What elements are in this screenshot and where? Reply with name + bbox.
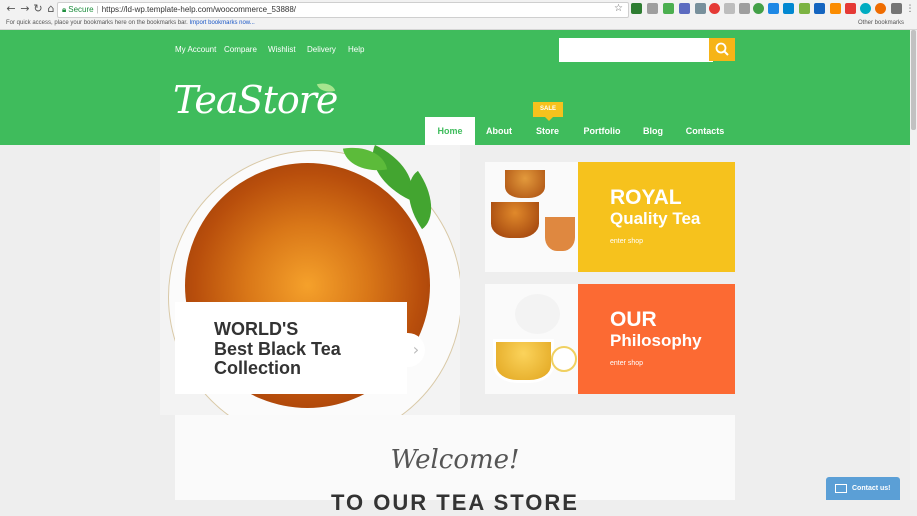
welcome-script: Welcome!	[390, 445, 520, 475]
other-bookmarks[interactable]: Other bookmarks	[858, 18, 904, 29]
topnav-compare[interactable]: Compare	[224, 45, 257, 54]
envelope-icon	[835, 483, 847, 493]
extension-icon[interactable]	[709, 3, 720, 14]
tea-pot	[545, 217, 575, 251]
tea-cup	[505, 170, 545, 198]
back-icon[interactable]: ←	[5, 3, 17, 15]
tea-cup	[491, 202, 539, 238]
extension-icon[interactable]	[739, 3, 750, 14]
nav-home[interactable]: Home	[425, 117, 475, 145]
topnav-my-account[interactable]: My Account	[175, 45, 216, 54]
hero-line-1: WORLD'S	[214, 319, 299, 339]
extension-icon[interactable]	[860, 3, 871, 14]
search-button[interactable]	[709, 38, 735, 61]
topnav-wishlist[interactable]: Wishlist	[268, 45, 296, 54]
bookmarks-message: For quick access, place your bookmarks h…	[6, 20, 188, 26]
extension-icon[interactable]	[830, 3, 841, 14]
contact-us-button[interactable]: Contact us!	[826, 477, 900, 500]
extension-icon[interactable]	[875, 3, 886, 14]
tea-pot	[515, 294, 560, 334]
topnav-delivery[interactable]: Delivery	[307, 45, 336, 54]
chevron-right-icon: ›	[412, 340, 420, 359]
hero-line-2: Best Black Tea	[214, 339, 341, 359]
search-icon	[715, 42, 729, 56]
reload-icon[interactable]: ↻	[32, 3, 44, 15]
promo-our-philosophy[interactable]: OUR Philosophy enter shop	[485, 284, 735, 394]
extension-icon[interactable]	[679, 3, 690, 14]
promo-image-tea-cups	[485, 162, 578, 272]
extension-icon[interactable]	[663, 3, 674, 14]
search-input[interactable]	[559, 38, 713, 62]
extension-icon[interactable]	[845, 3, 856, 14]
extension-icon[interactable]	[724, 3, 735, 14]
nav-contacts[interactable]: Contacts	[681, 117, 729, 145]
promo-title: ROYAL	[610, 186, 682, 209]
contact-label: Contact us!	[852, 485, 891, 492]
promo-image-teapot	[485, 284, 578, 394]
extension-icon[interactable]	[695, 3, 706, 14]
promo-panel: OUR Philosophy enter shop	[578, 284, 735, 394]
scrollbar-thumb[interactable]	[911, 30, 916, 130]
extension-icon[interactable]	[799, 3, 810, 14]
hero-line-3: Collection	[214, 358, 302, 378]
url-text: https://ld-wp.template-help.com/woocomme…	[101, 5, 297, 14]
menu-icon[interactable]: ⋮	[904, 3, 916, 15]
bookmark-star-icon[interactable]: ☆	[614, 3, 623, 14]
site-header: My Account Compare Wishlist Delivery Hel…	[0, 30, 910, 145]
nav-portfolio[interactable]: Portfolio	[578, 117, 626, 145]
site-logo[interactable]: TeaStore	[173, 78, 338, 122]
promo-royal-quality-tea[interactable]: ROYAL Quality Tea enter shop	[485, 162, 735, 272]
extension-icon[interactable]	[647, 3, 658, 14]
extension-icon[interactable]	[631, 3, 642, 14]
hero-caption: WORLD'S Best Black Tea Collection	[175, 302, 407, 394]
home-icon[interactable]: ⌂	[45, 3, 57, 15]
forward-icon[interactable]: →	[19, 3, 31, 15]
address-bar[interactable]: 🔒︎ Secure | https://ld-wp.template-help.com…	[57, 2, 629, 18]
promo-panel: ROYAL Quality Tea enter shop	[578, 162, 735, 272]
promo-subtitle: Philosophy	[610, 331, 702, 350]
nav-blog[interactable]: Blog	[638, 117, 668, 145]
nav-about[interactable]: About	[479, 117, 519, 145]
promo-subtitle: Quality Tea	[610, 209, 701, 228]
flower	[551, 346, 577, 372]
lock-icon: 🔒︎	[62, 5, 67, 14]
promo-cta[interactable]: enter shop	[610, 360, 643, 367]
tea-cup	[493, 339, 554, 383]
extension-icon[interactable]	[814, 3, 825, 14]
secure-label: Secure	[68, 5, 94, 14]
promo-title: OUR	[610, 308, 657, 331]
extension-icon[interactable]	[753, 3, 764, 14]
bookmarks-bar: For quick access, place your bookmarks h…	[0, 18, 917, 44]
import-bookmarks-link[interactable]: Import bookmarks now...	[189, 20, 254, 26]
welcome-section: Welcome! TO OUR TEA STORE	[175, 415, 735, 515]
welcome-heading: TO OUR TEA STORE	[331, 490, 579, 515]
extension-icon[interactable]	[891, 3, 902, 14]
topnav-help[interactable]: Help	[348, 45, 364, 54]
browser-chrome: ← → ↻ ⌂ 🔒︎ Secure | https://ld-wp.template-…	[0, 0, 917, 44]
sale-badge: SALE	[533, 102, 563, 121]
extension-icon[interactable]	[783, 3, 794, 14]
promo-cta[interactable]: enter shop	[610, 238, 643, 245]
extension-icon[interactable]	[768, 3, 779, 14]
